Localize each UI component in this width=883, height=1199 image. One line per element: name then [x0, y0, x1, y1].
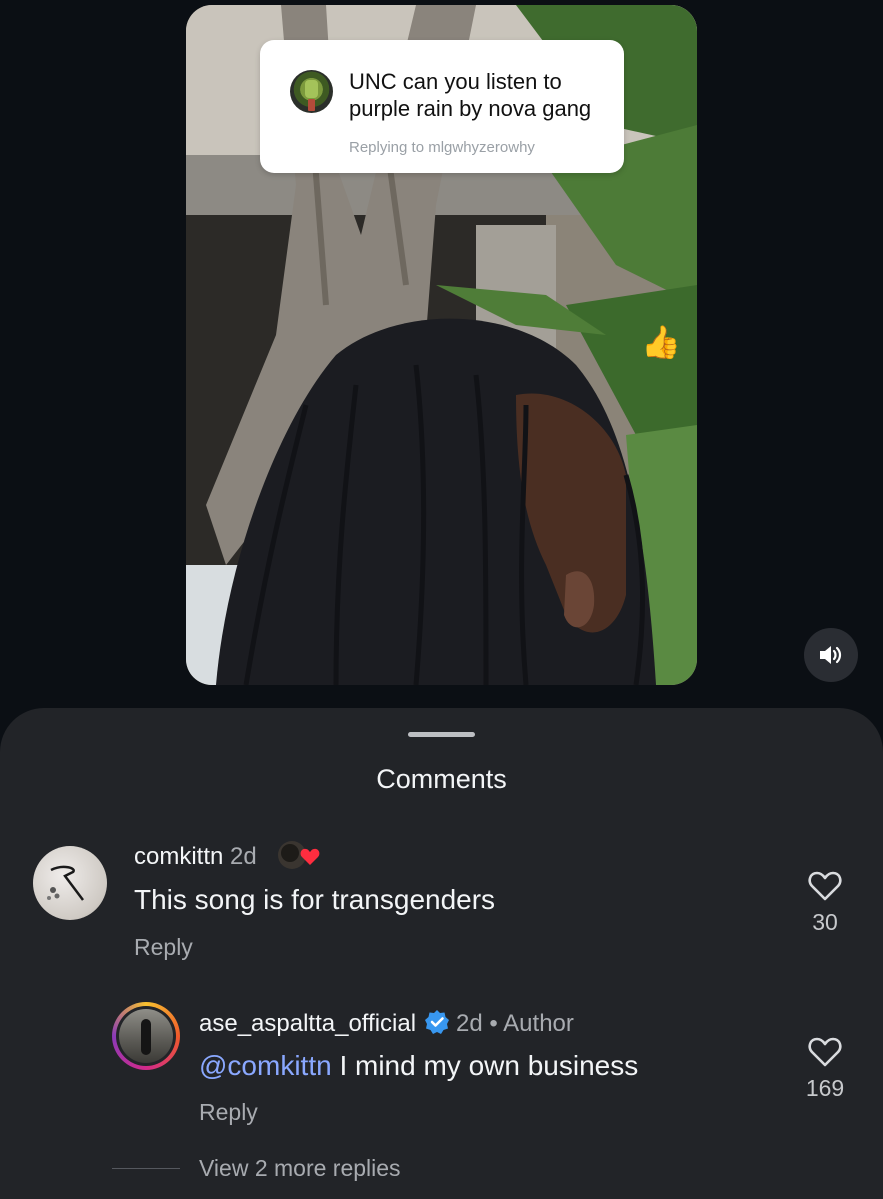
- sticker-avatar: [290, 70, 333, 113]
- heart-outline-icon: [808, 1037, 842, 1067]
- view-more-replies-button[interactable]: View 2 more replies: [199, 1155, 401, 1182]
- like-count: 169: [805, 1075, 845, 1101]
- reply-text: @comkittn I mind my own business: [199, 1050, 638, 1082]
- avatar: [119, 1009, 173, 1063]
- reply-body: I mind my own business: [331, 1050, 639, 1081]
- avatar[interactable]: [33, 846, 107, 920]
- view-replies-line: [112, 1168, 180, 1169]
- sticker-question-text: UNC can you listen to purple rain by nov…: [349, 69, 592, 121]
- comment-text: This song is for transgenders: [134, 884, 496, 915]
- reply-button[interactable]: Reply: [134, 934, 193, 961]
- sticker-replying-to: Replying to mlgwhyzerowhy: [349, 139, 535, 156]
- comment-age: 2d: [230, 843, 257, 870]
- reply-username[interactable]: ase_aspaltta_official: [199, 1010, 416, 1037]
- like-button[interactable]: 169: [795, 1037, 855, 1102]
- author-avatar-story-ring[interactable]: [112, 1002, 180, 1070]
- reply-age: 2d: [456, 1010, 483, 1037]
- reply-header: ase_aspaltta_official 2d • Author: [199, 1009, 574, 1038]
- sound-toggle-button[interactable]: [804, 628, 858, 682]
- thumbs-up-icon: 👍: [641, 324, 681, 360]
- reply-button[interactable]: Reply: [199, 1099, 258, 1126]
- heart-outline-icon: [808, 871, 842, 901]
- speaker-icon: [820, 646, 842, 664]
- author-label: Author: [503, 1010, 574, 1037]
- question-reply-sticker[interactable]: UNC can you listen to purple rain by nov…: [260, 40, 624, 173]
- video-player[interactable]: UNC can you listen to purple rain by nov…: [186, 5, 697, 685]
- verified-badge-icon: [425, 1010, 450, 1034]
- mention-link[interactable]: @comkittn: [199, 1050, 332, 1081]
- comments-sheet: Comments comkittn 2d This song is for tr…: [0, 708, 883, 1199]
- meta-separator: •: [489, 1010, 498, 1037]
- drag-handle[interactable]: [408, 732, 475, 737]
- comment-header: comkittn 2d: [134, 843, 257, 871]
- comments-title: Comments: [376, 764, 507, 794]
- comment-username[interactable]: comkittn: [134, 843, 223, 870]
- avatar-drawing: [47, 865, 84, 901]
- like-count: 30: [812, 909, 838, 935]
- like-button[interactable]: 30: [795, 871, 855, 936]
- heart-reaction-icon: [278, 841, 320, 869]
